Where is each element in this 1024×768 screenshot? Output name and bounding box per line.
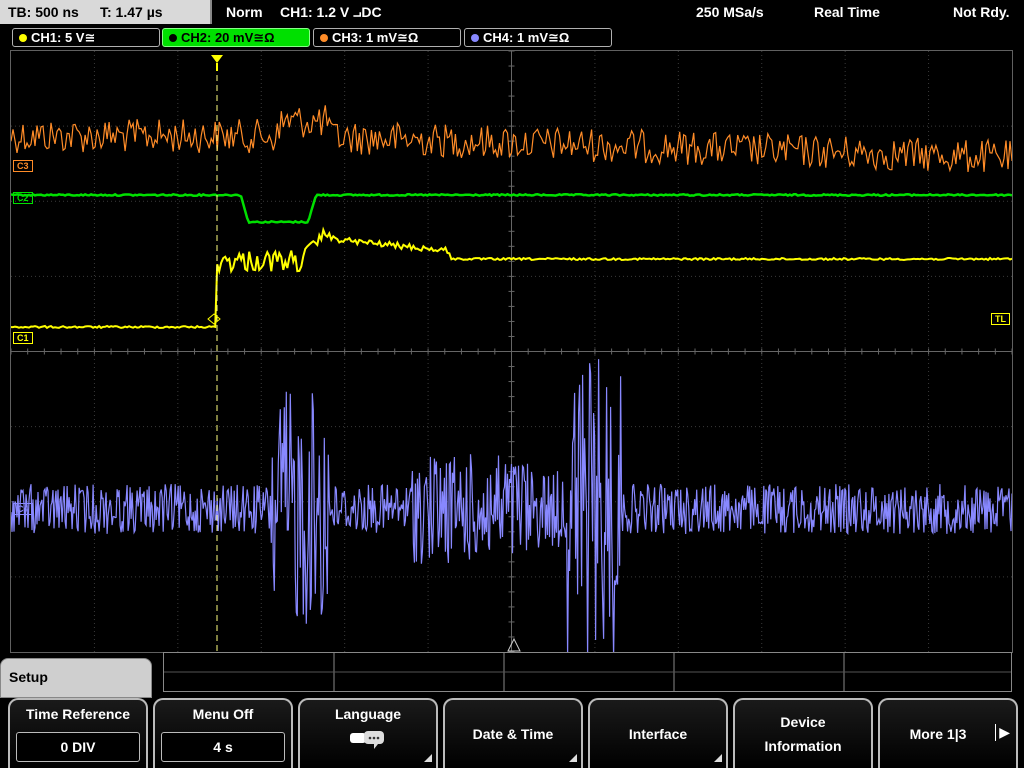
ch2-label: CH2: 20 mV≅Ω — [181, 30, 275, 45]
ch3-color-dot — [320, 34, 328, 42]
center-marker-icon — [507, 637, 521, 652]
c2-marker[interactable]: C2 — [13, 192, 33, 204]
ch4-color-dot — [471, 34, 479, 42]
interface-label: Interface — [628, 726, 688, 742]
c1-marker[interactable]: C1 — [13, 332, 33, 344]
trigger-point-icon — [207, 313, 221, 325]
menu-off-softkey[interactable]: Menu Off 4 s — [153, 698, 293, 768]
information-label: Information — [764, 738, 842, 754]
interface-softkey[interactable]: Interface — [588, 698, 728, 768]
timebase-box[interactable]: TB: 500 ns T: 1.47 µs — [0, 0, 212, 24]
ch1-label: CH1: 5 V≅ — [31, 30, 96, 45]
readiness-status: Not Rdy. — [953, 4, 1010, 20]
setup-menu-title: Setup — [0, 658, 152, 698]
date-time-label: Date & Time — [472, 726, 554, 742]
time-reference-softkey[interactable]: Time Reference 0 DIV — [8, 698, 148, 768]
trigger-time-readout: T: 1.47 µs — [100, 4, 163, 20]
waveform-display[interactable]: C3 C2 C1 C4 TL — [10, 50, 1013, 653]
trigger-position-icon — [211, 55, 223, 63]
channel-tab-ch2[interactable]: CH2: 20 mV≅Ω — [162, 28, 310, 47]
menu-off-label: Menu Off — [192, 706, 254, 722]
ch2-color-dot — [169, 34, 177, 42]
trigger-setting: CH1: 1.2 V ⨼DC — [280, 4, 382, 20]
more-label: More 1|3 — [909, 726, 967, 742]
menu-off-value: 4 s — [161, 732, 285, 762]
submenu-indicator-icon — [424, 754, 432, 762]
waveform-svg — [11, 51, 1012, 652]
submenu-indicator-icon — [569, 754, 577, 762]
grid-lines — [11, 51, 1012, 652]
time-reference-value: 0 DIV — [16, 732, 140, 762]
time-reference-label: Time Reference — [25, 706, 130, 722]
c3-marker[interactable]: C3 — [13, 160, 33, 172]
mini-overview-grid — [163, 652, 1012, 692]
setup-title: Setup — [9, 669, 48, 685]
device-information-softkey[interactable]: Device Information — [733, 698, 873, 768]
sample-rate: 250 MSa/s — [696, 4, 764, 20]
trigger-mode: Norm — [226, 4, 263, 20]
more-softkey[interactable]: More 1|3 ▶ — [878, 698, 1018, 768]
trigger-level-marker[interactable]: TL — [991, 313, 1010, 325]
channel-tab-ch3[interactable]: CH3: 1 mV≅Ω — [313, 28, 461, 47]
device-label: Device — [780, 714, 826, 730]
next-page-icon: ▶ — [995, 724, 1010, 741]
language-softkey[interactable]: Language — [298, 698, 438, 768]
speech-bubbles-icon — [350, 731, 384, 749]
submenu-indicator-icon — [714, 754, 722, 762]
ch4-label: CH4: 1 mV≅Ω — [483, 30, 570, 45]
ch3-label: CH3: 1 mV≅Ω — [332, 30, 419, 45]
language-label: Language — [334, 706, 402, 722]
ch1-color-dot — [19, 34, 27, 42]
channel-tab-ch4[interactable]: CH4: 1 mV≅Ω — [464, 28, 612, 47]
status-bar: TB: 500 ns T: 1.47 µs Norm CH1: 1.2 V ⨼D… — [0, 0, 1024, 24]
channel-tab-ch1[interactable]: CH1: 5 V≅ — [12, 28, 160, 47]
acquisition-mode: Real Time — [814, 4, 880, 20]
timebase-readout: TB: 500 ns — [8, 4, 79, 20]
c4-marker[interactable]: C4 — [13, 503, 33, 515]
date-time-softkey[interactable]: Date & Time — [443, 698, 583, 768]
